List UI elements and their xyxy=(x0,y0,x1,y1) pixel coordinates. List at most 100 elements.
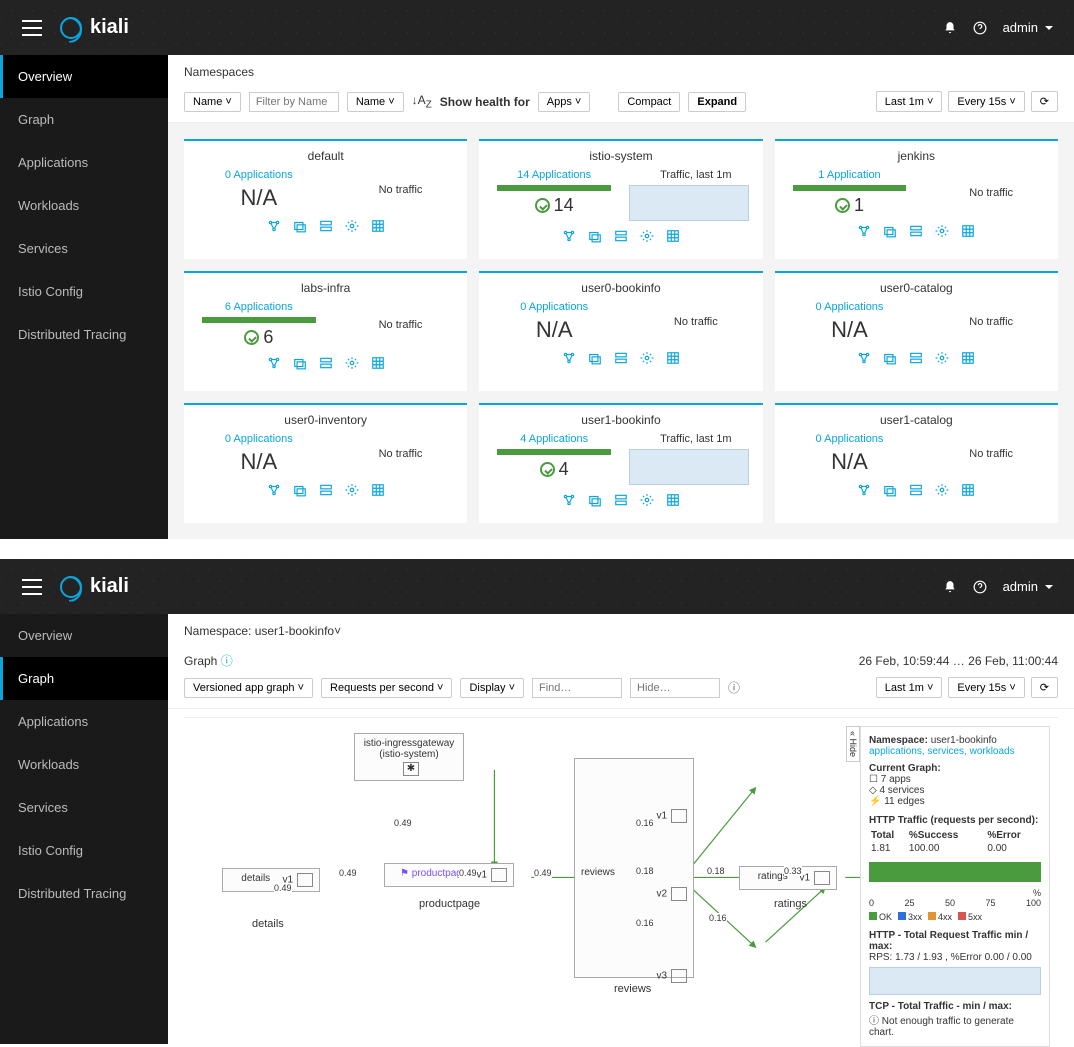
apps-icon[interactable] xyxy=(293,219,307,236)
graph-icon[interactable] xyxy=(267,219,281,236)
help-icon[interactable] xyxy=(973,580,987,594)
workloads-icon[interactable] xyxy=(614,351,628,368)
apps-icon[interactable] xyxy=(883,351,897,368)
time-dropdown[interactable]: Last 1m ˅ xyxy=(876,91,943,112)
graph-icon[interactable] xyxy=(857,351,871,368)
display-dropdown[interactable]: Display ˅ xyxy=(460,678,524,698)
help-icon[interactable]: ⓘ xyxy=(221,654,233,668)
namespace-card[interactable]: jenkins 1 Application 1 No traffic xyxy=(775,139,1058,259)
apps-link[interactable]: 0 Applications xyxy=(783,301,917,313)
help-icon[interactable]: ⓘ xyxy=(728,679,740,696)
user-menu[interactable]: admin xyxy=(1003,579,1054,594)
apps-icon[interactable] xyxy=(588,229,602,246)
node-reviews-group[interactable]: reviews v1 v2 v3 xyxy=(574,758,694,978)
config-icon[interactable] xyxy=(371,219,385,236)
sort1-dropdown[interactable]: Name ˅ xyxy=(184,92,241,112)
workloads-icon[interactable] xyxy=(319,483,333,500)
bell-icon[interactable] xyxy=(943,580,957,594)
nav-overview[interactable]: Overview xyxy=(0,614,168,657)
apps-icon[interactable] xyxy=(588,351,602,368)
nav-graph[interactable]: Graph xyxy=(0,98,168,141)
hide-input[interactable] xyxy=(630,678,720,698)
namespace-card[interactable]: user0-catalog 0 Applications N/A No traf… xyxy=(775,271,1058,391)
nav-distributed-tracing[interactable]: Distributed Tracing xyxy=(0,313,168,356)
config-icon[interactable] xyxy=(961,351,975,368)
apps-link[interactable]: 14 Applications xyxy=(487,169,621,181)
nav-istio-config[interactable]: Istio Config xyxy=(0,270,168,313)
nav-services[interactable]: Services xyxy=(0,227,168,270)
namespace-card[interactable]: istio-system 14 Applications 14 Traffic,… xyxy=(479,139,762,259)
graph-icon[interactable] xyxy=(267,483,281,500)
services-icon[interactable] xyxy=(640,493,654,510)
hamburger-icon[interactable] xyxy=(22,20,42,36)
apps-link[interactable]: 0 Applications xyxy=(192,433,326,445)
hide-panel-button[interactable]: « Hide xyxy=(846,726,860,762)
workloads-icon[interactable] xyxy=(909,351,923,368)
apps-icon[interactable] xyxy=(883,483,897,500)
nav-overview[interactable]: Overview xyxy=(0,55,168,98)
workloads-icon[interactable] xyxy=(909,483,923,500)
refresh-dropdown[interactable]: Every 15s ˅ xyxy=(948,677,1024,698)
compact-button[interactable]: Compact xyxy=(618,92,680,112)
nav-workloads[interactable]: Workloads xyxy=(0,184,168,227)
graph-icon[interactable] xyxy=(562,351,576,368)
workloads-icon[interactable] xyxy=(909,224,923,241)
panel-links[interactable]: applications, services, workloads xyxy=(869,746,1041,757)
config-icon[interactable] xyxy=(666,493,680,510)
nav-distributed-tracing[interactable]: Distributed Tracing xyxy=(0,872,168,915)
graph-type-dropdown[interactable]: Versioned app graph ˅ xyxy=(184,678,313,698)
expand-button[interactable]: Expand xyxy=(688,92,746,112)
namespace-card[interactable]: user1-catalog 0 Applications N/A No traf… xyxy=(775,403,1058,523)
apps-icon[interactable] xyxy=(293,356,307,373)
help-icon[interactable] xyxy=(973,21,987,35)
apps-link[interactable]: 4 Applications xyxy=(487,433,621,445)
graph-icon[interactable] xyxy=(857,483,871,500)
nav-graph[interactable]: Graph xyxy=(0,657,168,700)
services-icon[interactable] xyxy=(345,356,359,373)
services-icon[interactable] xyxy=(345,483,359,500)
user-menu[interactable]: admin xyxy=(1003,20,1054,35)
services-icon[interactable] xyxy=(640,229,654,246)
apps-link[interactable]: 0 Applications xyxy=(192,169,326,181)
services-icon[interactable] xyxy=(345,219,359,236)
workloads-icon[interactable] xyxy=(319,219,333,236)
nav-services[interactable]: Services xyxy=(0,786,168,829)
namespace-card[interactable]: user1-bookinfo 4 Applications 4 Traffic,… xyxy=(479,403,762,523)
workloads-icon[interactable] xyxy=(614,493,628,510)
metric-dropdown[interactable]: Requests per second ˅ xyxy=(321,678,452,698)
namespace-card[interactable]: user0-bookinfo 0 Applications N/A No tra… xyxy=(479,271,762,391)
config-icon[interactable] xyxy=(666,351,680,368)
bell-icon[interactable] xyxy=(943,21,957,35)
namespace-card[interactable]: default 0 Applications N/A No traffic xyxy=(184,139,467,259)
config-icon[interactable] xyxy=(666,229,680,246)
config-icon[interactable] xyxy=(371,483,385,500)
services-icon[interactable] xyxy=(935,351,949,368)
graph-icon[interactable] xyxy=(562,229,576,246)
hamburger-icon[interactable] xyxy=(22,579,42,595)
nav-applications[interactable]: Applications xyxy=(0,141,168,184)
namespace-card[interactable]: user0-inventory 0 Applications N/A No tr… xyxy=(184,403,467,523)
node-productpage[interactable]: ⚑ productpage v1 xyxy=(384,863,514,887)
apps-link[interactable]: 0 Applications xyxy=(487,301,621,313)
apps-link[interactable]: 6 Applications xyxy=(192,301,326,313)
filter-input[interactable] xyxy=(249,92,339,112)
namespace-card[interactable]: labs-infra 6 Applications 6 No traffic xyxy=(184,271,467,391)
config-icon[interactable] xyxy=(961,483,975,500)
services-icon[interactable] xyxy=(935,224,949,241)
graph-icon[interactable] xyxy=(562,493,576,510)
sort2-dropdown[interactable]: Name ˅ xyxy=(347,92,404,112)
config-icon[interactable] xyxy=(371,356,385,373)
health-dropdown[interactable]: Apps ˅ xyxy=(538,92,591,112)
node-ingressgateway[interactable]: istio-ingressgateway (istio-system) ✱ xyxy=(354,733,464,781)
refresh-dropdown[interactable]: Every 15s ˅ xyxy=(948,91,1024,112)
apps-icon[interactable] xyxy=(883,224,897,241)
apps-link[interactable]: 1 Application xyxy=(783,169,917,181)
workloads-icon[interactable] xyxy=(614,229,628,246)
apps-icon[interactable] xyxy=(588,493,602,510)
config-icon[interactable] xyxy=(961,224,975,241)
services-icon[interactable] xyxy=(640,351,654,368)
graph-icon[interactable] xyxy=(267,356,281,373)
node-details[interactable]: details v1 xyxy=(222,868,320,892)
apps-icon[interactable] xyxy=(293,483,307,500)
workloads-icon[interactable] xyxy=(319,356,333,373)
